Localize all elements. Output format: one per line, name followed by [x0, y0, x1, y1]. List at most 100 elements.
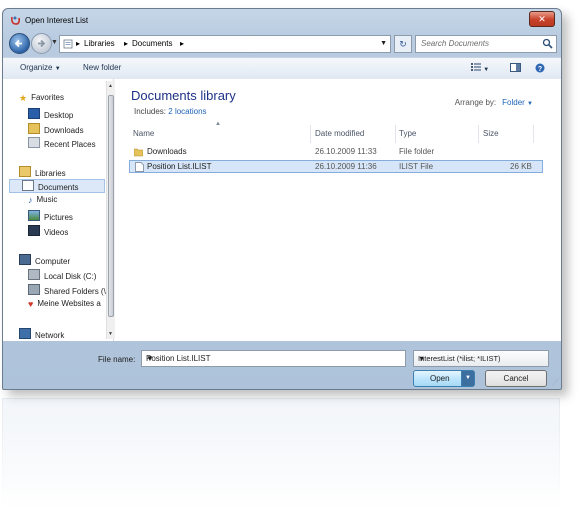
- chevron-down-icon: ▼: [483, 67, 490, 73]
- open-file-dialog: Open Interest List ✕ ▼ ▸ Libraries ▸ Doc…: [2, 8, 562, 390]
- column-type[interactable]: Type: [399, 129, 416, 138]
- resize-grip-icon[interactable]: ⋰: [552, 379, 558, 386]
- nav-recent-places[interactable]: Recent Places: [28, 137, 96, 149]
- column-divider[interactable]: [310, 125, 311, 143]
- chevron-down-icon: ▼: [527, 101, 533, 107]
- file-name-input[interactable]: Position List.ILIST ▼: [141, 350, 406, 367]
- websites-icon: ♥: [28, 299, 34, 309]
- refresh-icon: ↻: [399, 39, 407, 49]
- nav-downloads[interactable]: Downloads: [28, 123, 84, 135]
- nav-favorites[interactable]: ★ Favorites: [19, 93, 64, 103]
- open-button[interactable]: Open ▼: [413, 370, 475, 387]
- refresh-button[interactable]: ↻: [394, 35, 412, 53]
- help-button[interactable]: ?: [535, 63, 545, 75]
- file-date: 26.10.2009 11:36: [315, 162, 377, 171]
- navigation-pane: ★ Favorites Desktop Downloads Recent Plac…: [3, 79, 115, 341]
- libraries-icon: [19, 166, 31, 177]
- content-area: ★ Favorites Desktop Downloads Recent Plac…: [3, 79, 561, 341]
- breadcrumb-documents[interactable]: Documents: [132, 39, 172, 48]
- nav-pictures[interactable]: Pictures: [28, 210, 73, 222]
- includes-locations-link[interactable]: 2 locations: [168, 107, 206, 116]
- preview-pane-button[interactable]: [510, 63, 521, 74]
- desktop-icon: [28, 108, 40, 119]
- file-date: 26.10.2009 11:33: [315, 147, 377, 156]
- music-icon: ♪: [28, 195, 33, 205]
- command-bar: Organize ▼ New folder ▼ ?: [3, 57, 561, 80]
- file-name-dropdown-icon[interactable]: ▼: [146, 354, 401, 363]
- library-includes: Includes: 2 locations: [134, 107, 207, 116]
- chevron-down-icon: ▼: [54, 66, 61, 72]
- recent-pages-dropdown-icon[interactable]: ▼: [51, 39, 58, 46]
- scroll-down-icon[interactable]: ▼: [108, 331, 113, 337]
- folder-icon: [134, 148, 143, 157]
- file-row-selected[interactable]: Position List.ILIST 26.10.2009 11:36 ILI…: [129, 160, 543, 173]
- column-date-modified[interactable]: Date modified: [315, 129, 364, 138]
- nav-music[interactable]: ♪ Music: [28, 195, 57, 205]
- nav-videos[interactable]: Videos: [28, 225, 68, 237]
- search-input[interactable]: Search Documents: [415, 35, 557, 53]
- computer-icon: [19, 254, 31, 265]
- nav-scrollbar[interactable]: ▲ ▼: [106, 81, 115, 339]
- file-row[interactable]: Downloads 26.10.2009 11:33 File folder: [129, 146, 543, 159]
- back-button[interactable]: [9, 33, 30, 54]
- open-options-dropdown-icon[interactable]: ▼: [461, 371, 474, 386]
- back-arrow-icon: [14, 39, 22, 48]
- nav-desktop[interactable]: Desktop: [28, 108, 73, 120]
- file-name: Position List.ILIST: [147, 162, 212, 171]
- column-name[interactable]: Name: [133, 129, 154, 138]
- file-type-dropdown-icon[interactable]: ▼: [418, 354, 544, 363]
- videos-icon: [28, 225, 40, 236]
- column-divider[interactable]: [478, 125, 479, 143]
- nav-computer[interactable]: Computer: [19, 254, 70, 266]
- file-list-pane: Documents library Includes: 2 locations …: [115, 79, 561, 341]
- file-type: ILIST File: [399, 162, 434, 171]
- address-dropdown-icon[interactable]: ▼: [380, 40, 387, 47]
- nav-documents[interactable]: Documents: [9, 179, 105, 193]
- sort-indicator-icon: ▲: [215, 121, 221, 127]
- star-icon: ★: [19, 93, 28, 103]
- file-type-select[interactable]: InterestList (*ilist; *ILIST) ▼: [413, 350, 549, 367]
- column-size[interactable]: Size: [483, 129, 499, 138]
- hard-disk-icon: [28, 269, 40, 280]
- breadcrumb-separator-icon[interactable]: ▸: [180, 39, 184, 48]
- search-icon[interactable]: [542, 38, 553, 49]
- nav-meine-websites[interactable]: ♥ Meine Websites a: [28, 299, 101, 309]
- library-icon: [63, 39, 73, 49]
- organize-button[interactable]: Organize ▼: [20, 63, 61, 72]
- view-options-button[interactable]: ▼: [471, 63, 489, 73]
- column-divider[interactable]: [395, 125, 396, 143]
- search-placeholder: Search Documents: [421, 39, 490, 48]
- close-icon: ✕: [538, 14, 546, 24]
- app-icon: [11, 16, 20, 25]
- breadcrumb-libraries[interactable]: Libraries: [84, 39, 115, 48]
- scrollbar-thumb[interactable]: [108, 95, 114, 317]
- help-icon: ?: [535, 63, 545, 73]
- new-folder-button[interactable]: New folder: [83, 63, 121, 72]
- network-drive-icon: [28, 284, 40, 295]
- downloads-folder-icon: [28, 123, 40, 134]
- forward-button[interactable]: [31, 33, 52, 54]
- view-list-icon: [471, 63, 481, 71]
- cancel-button[interactable]: Cancel: [485, 370, 547, 387]
- breadcrumb-separator-icon[interactable]: ▸: [124, 39, 128, 48]
- library-title: Documents library: [131, 88, 236, 103]
- network-icon: [19, 328, 31, 339]
- arrange-by-dropdown[interactable]: Folder ▼: [502, 98, 533, 107]
- file-name: Downloads: [147, 147, 187, 156]
- window-reflection: [2, 398, 560, 508]
- forward-arrow-icon: [38, 39, 46, 48]
- nav-local-disk[interactable]: Local Disk (C:): [28, 269, 96, 281]
- breadcrumb-separator-icon[interactable]: ▸: [76, 39, 80, 48]
- file-type: File folder: [399, 147, 435, 156]
- column-divider[interactable]: [533, 125, 534, 143]
- title-bar[interactable]: Open Interest List ✕: [3, 9, 561, 33]
- nav-libraries[interactable]: Libraries: [19, 166, 66, 178]
- scroll-up-icon[interactable]: ▲: [108, 83, 113, 89]
- nav-network[interactable]: Network: [19, 328, 64, 340]
- nav-shared-folders[interactable]: Shared Folders (\: [28, 284, 106, 296]
- pictures-icon: [28, 210, 40, 221]
- close-button[interactable]: ✕: [529, 11, 555, 27]
- window-title: Open Interest List: [25, 16, 89, 25]
- reflection-surface: [2, 398, 560, 508]
- address-bar[interactable]: ▸ Libraries ▸ Documents ▸ ▼: [59, 35, 391, 53]
